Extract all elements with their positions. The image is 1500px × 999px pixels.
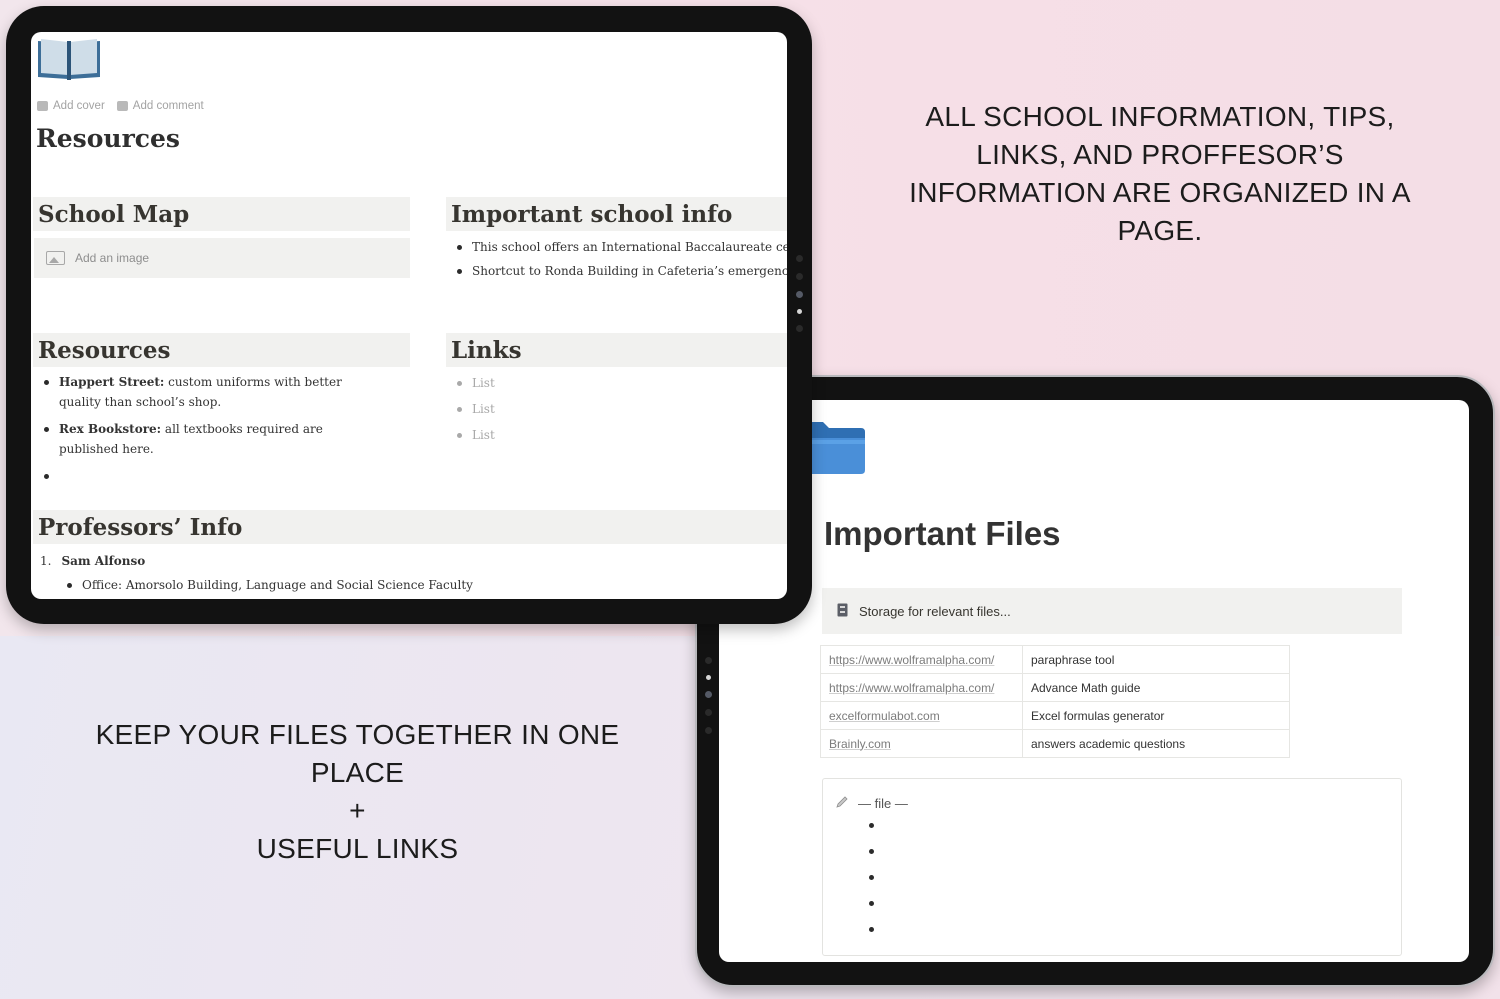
file-cabinet-icon	[837, 603, 848, 620]
add-cover-label: Add cover	[53, 100, 105, 112]
camera-dots	[705, 657, 712, 734]
link-cell[interactable]: excelformulabot.com	[820, 701, 1023, 730]
professor-name: Sam Alfonso	[61, 554, 146, 568]
item-bold: Happert Street:	[59, 375, 165, 389]
link-cell[interactable]: https://www.wolframalpha.com/	[820, 645, 1023, 674]
resources-screen: Add cover Add comment Resources School M…	[31, 32, 787, 599]
important-info-heading: Important school info	[446, 197, 787, 231]
school-map-heading: School Map	[33, 197, 410, 231]
pencil-icon	[835, 795, 849, 812]
professor-details: Office: Amorsolo Building, Language and …	[60, 575, 560, 595]
list-item[interactable]	[869, 901, 874, 906]
entry-number: 1.	[40, 554, 52, 568]
files-screen: Important Files Storage for relevant fil…	[719, 400, 1469, 962]
list-item: Happert Street: custom uniforms with bet…	[37, 372, 377, 412]
page-title: Resources	[36, 124, 180, 153]
list-item[interactable]	[37, 466, 377, 486]
image-icon	[46, 251, 65, 265]
page-title: Important Files	[824, 515, 1061, 552]
table-row: https://www.wolframalpha.com/ paraphrase…	[820, 645, 1290, 674]
caption-line: +	[349, 795, 366, 826]
callout-text: Storage for relevant files...	[859, 603, 1011, 619]
image-icon	[37, 101, 48, 111]
tablet-files: Important Files Storage for relevant fil…	[695, 375, 1495, 987]
caption-files: KEEP YOUR FILES TOGETHER IN ONE PLACE + …	[90, 716, 625, 868]
resources-heading: Resources	[33, 333, 410, 367]
list-item[interactable]	[869, 875, 874, 880]
add-comment-label: Add comment	[132, 100, 204, 112]
table-row: excelformulabot.com Excel formulas gener…	[820, 701, 1290, 730]
camera-dots	[796, 255, 803, 332]
professor-entry: 1. Sam Alfonso	[40, 551, 540, 571]
caption-line: LINKS, AND PROFFESOR’S	[976, 139, 1344, 170]
item-bold: Rex Bookstore:	[59, 422, 162, 436]
important-info-list: This school offers an International Bacc…	[450, 237, 787, 285]
list-item[interactable]: List	[450, 425, 650, 445]
add-comment-button[interactable]: Add comment	[116, 100, 204, 112]
list-item[interactable]: List	[450, 399, 650, 419]
link-cell[interactable]: Brainly.com	[820, 729, 1023, 758]
links-heading: Links	[446, 333, 787, 367]
table-row: https://www.wolframalpha.com/ Advance Ma…	[820, 673, 1290, 702]
table-row: Brainly.com answers academic questions	[820, 729, 1290, 758]
file-list	[869, 823, 874, 953]
add-cover-button[interactable]: Add cover	[37, 100, 105, 112]
file-block[interactable]: — file —	[822, 778, 1402, 956]
tablet-resources: Add cover Add comment Resources School M…	[6, 6, 812, 624]
caption-line: USEFUL LINKS	[256, 833, 459, 864]
caption-line: PLACE	[310, 757, 405, 788]
professors-list: 1. Sam Alfonso Office: Amorsolo Building…	[40, 551, 540, 598]
file-block-header: — file —	[835, 795, 908, 812]
list-item: Shortcut to Ronda Building in Cafeteria’…	[450, 261, 787, 281]
file-block-label: — file —	[858, 796, 908, 811]
add-image-label: Add an image	[75, 251, 150, 265]
list-item[interactable]	[869, 927, 874, 932]
link-cell[interactable]: https://www.wolframalpha.com/	[820, 673, 1023, 702]
caption-line: KEEP YOUR FILES TOGETHER IN ONE	[95, 719, 620, 750]
storage-callout[interactable]: Storage for relevant files...	[822, 588, 1402, 634]
page-meta-actions: Add cover Add comment	[37, 100, 204, 112]
list-item: This school offers an International Bacc…	[450, 237, 787, 257]
description-cell: paraphrase tool	[1022, 645, 1290, 674]
description-cell: Advance Math guide	[1022, 673, 1290, 702]
list-item[interactable]	[869, 823, 874, 828]
caption-line: ALL SCHOOL INFORMATION, TIPS,	[925, 101, 1395, 132]
caption-line: PAGE.	[1117, 215, 1203, 246]
professors-heading: Professors’ Info	[33, 510, 787, 544]
caption-organized: ALL SCHOOL INFORMATION, TIPS, LINKS, AND…	[900, 98, 1420, 250]
add-image-button[interactable]: Add an image	[34, 238, 410, 278]
resources-list: Happert Street: custom uniforms with bet…	[37, 372, 377, 493]
open-book-icon[interactable]	[36, 37, 102, 83]
list-item: Office: Amorsolo Building, Language and …	[60, 575, 560, 595]
caption-line: INFORMATION ARE ORGANIZED IN A	[909, 177, 1411, 208]
links-list: List List List	[450, 373, 650, 451]
list-item[interactable]: List	[450, 373, 650, 393]
links-table: https://www.wolframalpha.com/ paraphrase…	[820, 645, 1290, 758]
comment-icon	[116, 101, 128, 111]
description-cell: answers academic questions	[1022, 729, 1290, 758]
list-item[interactable]	[869, 849, 874, 854]
description-cell: Excel formulas generator	[1022, 701, 1290, 730]
list-item: Rex Bookstore: all textbooks required ar…	[37, 419, 377, 459]
